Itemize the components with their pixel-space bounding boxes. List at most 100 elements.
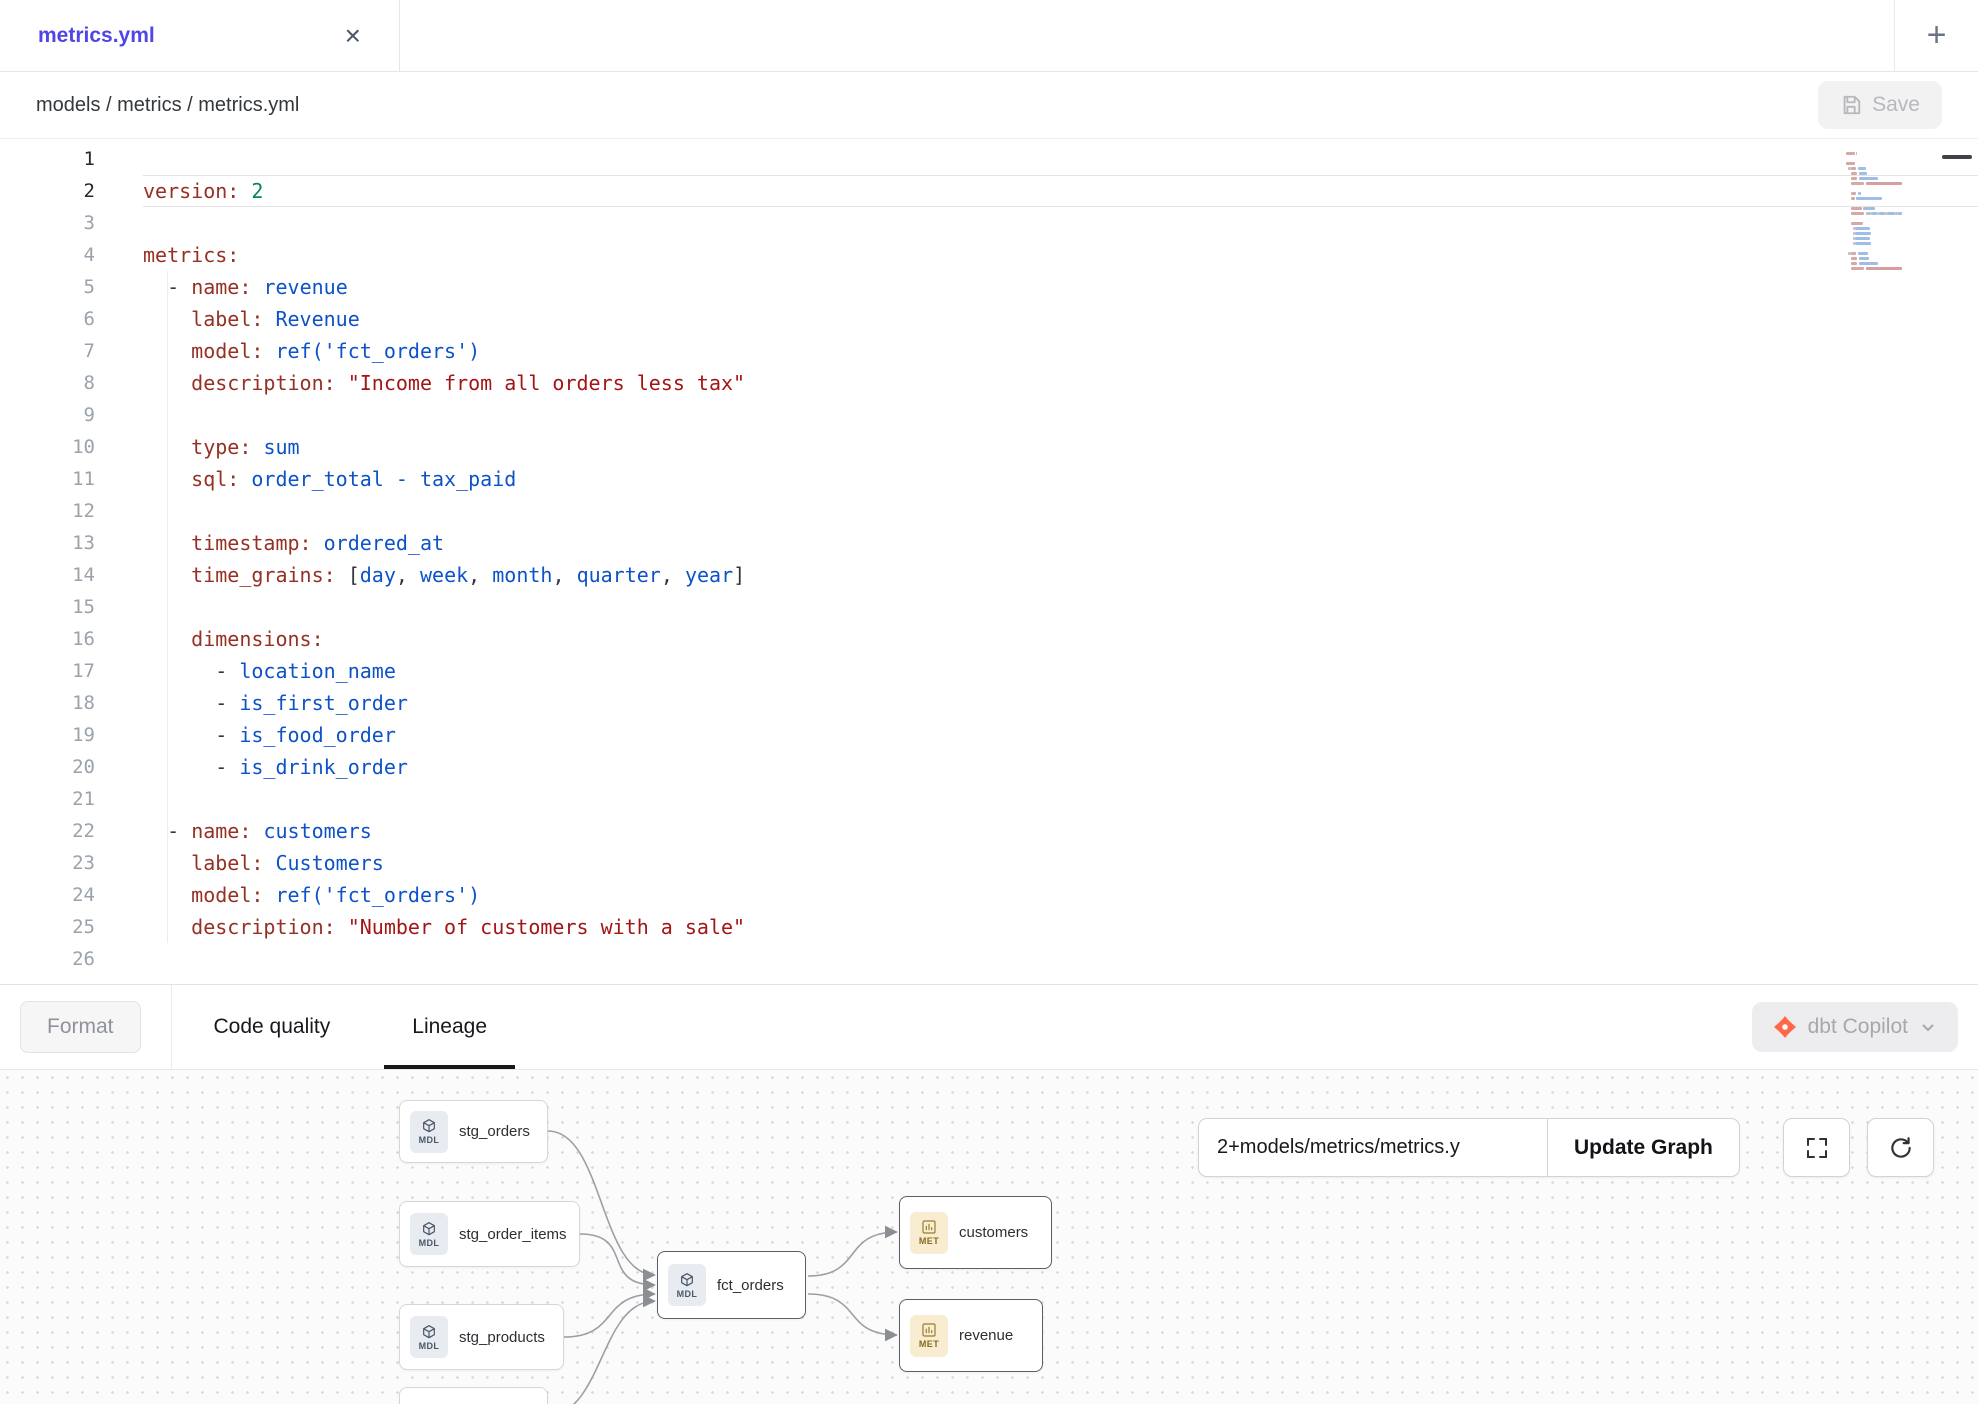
- panel-tabs: Code quality Lineage: [202, 985, 558, 1069]
- node-type-tile: MET: [910, 1315, 948, 1357]
- line-content: [143, 495, 1978, 527]
- code-line[interactable]: 1: [0, 143, 1978, 175]
- save-button[interactable]: Save: [1818, 81, 1942, 129]
- code-line[interactable]: 3: [0, 207, 1978, 239]
- code-line[interactable]: 12: [0, 495, 1978, 527]
- line-number: 19: [0, 719, 95, 751]
- lineage-node-fct_orders[interactable]: MDLfct_orders: [657, 1251, 806, 1319]
- line-number: 15: [0, 591, 95, 623]
- copilot-label: dbt Copilot: [1808, 1015, 1908, 1039]
- lineage-edge: [808, 1232, 897, 1276]
- line-number: 1: [0, 143, 95, 175]
- line-content: model: ref('fct_orders'): [143, 879, 1978, 911]
- node-type-tile: MET: [910, 1212, 948, 1254]
- editor-scrollbar-thumb[interactable]: [1942, 155, 1972, 159]
- close-icon[interactable]: ×: [345, 22, 361, 50]
- metric-chart-icon: [921, 1322, 937, 1338]
- code-line[interactable]: 17 - location_name: [0, 655, 1978, 687]
- refresh-button[interactable]: [1867, 1118, 1934, 1177]
- node-label: stg_order_items: [459, 1226, 567, 1243]
- minimap-line: [1851, 172, 1858, 175]
- code-line[interactable]: 2version: 2: [0, 175, 1978, 207]
- line-number: 16: [0, 623, 95, 655]
- line-content: dimensions:: [143, 623, 1978, 655]
- code-line[interactable]: 10 type: sum: [0, 431, 1978, 463]
- tab-metrics-yml[interactable]: metrics.yml ×: [0, 0, 400, 71]
- line-content: label: Revenue: [143, 303, 1978, 335]
- line-content: label: Customers: [143, 847, 1978, 879]
- code-line[interactable]: 18 - is_first_order: [0, 687, 1978, 719]
- minimap-line: [1851, 252, 1857, 255]
- code-line[interactable]: 24 model: ref('fct_orders'): [0, 879, 1978, 911]
- tab-lineage[interactable]: Lineage: [400, 985, 499, 1069]
- indent-guide: [167, 271, 168, 943]
- minimap-line: [1898, 212, 1902, 215]
- minimap-line: [1851, 192, 1857, 195]
- new-tab-button[interactable]: +: [1894, 0, 1978, 71]
- node-type-label: MDL: [419, 1238, 440, 1248]
- plus-icon: +: [1927, 16, 1947, 55]
- line-content: description: "Number of customers with a…: [143, 911, 1978, 943]
- code-line[interactable]: 11 sql: order_total - tax_paid: [0, 463, 1978, 495]
- lineage-node-revenue[interactable]: METrevenue: [899, 1299, 1043, 1372]
- toolbar-divider: [171, 985, 172, 1069]
- minimap-line: [1855, 242, 1871, 245]
- minimap-line: [1856, 197, 1881, 200]
- line-number: 9: [0, 399, 95, 431]
- node-label: customers: [959, 1224, 1028, 1241]
- code-line[interactable]: 20 - is_drink_order: [0, 751, 1978, 783]
- breadcrumb-bar: models / metrics / metrics.yml Save: [0, 72, 1978, 139]
- lineage-node-stg_products[interactable]: MDL stg_products: [399, 1304, 564, 1370]
- code-line[interactable]: 25 description: "Number of customers wit…: [0, 911, 1978, 943]
- lineage-node-customers[interactable]: MET customers: [899, 1196, 1052, 1269]
- node-label: stg_orders: [459, 1123, 530, 1140]
- minimap-line: [1858, 192, 1861, 195]
- minimap-line: [1855, 232, 1871, 235]
- minimap-line: [1851, 197, 1856, 200]
- code-line[interactable]: 4metrics:: [0, 239, 1978, 271]
- line-content: version: 2: [143, 175, 1978, 207]
- metric-chart-icon: [921, 1219, 937, 1235]
- refresh-icon: [1888, 1135, 1914, 1161]
- code-line[interactable]: 22 - name: customers: [0, 815, 1978, 847]
- breadcrumb: models / metrics / metrics.yml: [36, 94, 299, 117]
- lineage-selector-group: 2+models/metrics/metrics.y Update Graph: [1198, 1118, 1740, 1177]
- code-line[interactable]: 23 label: Customers: [0, 847, 1978, 879]
- minimap[interactable]: [1844, 147, 1906, 297]
- dbt-copilot-button[interactable]: dbt Copilot: [1752, 1002, 1958, 1052]
- line-number: 22: [0, 815, 95, 847]
- code-line[interactable]: 5 - name: revenue: [0, 271, 1978, 303]
- format-button[interactable]: Format: [20, 1001, 141, 1053]
- line-number: 23: [0, 847, 95, 879]
- minimap-line: [1859, 177, 1879, 180]
- code-line[interactable]: 14 time_grains: [day, week, month, quart…: [0, 559, 1978, 591]
- lineage-selector-input[interactable]: 2+models/metrics/metrics.y: [1198, 1118, 1547, 1177]
- update-graph-button[interactable]: Update Graph: [1547, 1118, 1740, 1177]
- node-label: stg_products: [459, 1329, 545, 1346]
- line-number: 18: [0, 687, 95, 719]
- line-content: sql: order_total - tax_paid: [143, 463, 1978, 495]
- code-editor[interactable]: 12version: 234metrics:5 - name: revenue6…: [0, 139, 1978, 985]
- code-line[interactable]: 19 - is_food_order: [0, 719, 1978, 751]
- code-line[interactable]: 16 dimensions:: [0, 623, 1978, 655]
- line-content: model: ref('fct_orders'): [143, 335, 1978, 367]
- code-line[interactable]: 7 model: ref('fct_orders'): [0, 335, 1978, 367]
- code-line[interactable]: 8 description: "Income from all orders l…: [0, 367, 1978, 399]
- editor-lines: 12version: 234metrics:5 - name: revenue6…: [0, 143, 1978, 975]
- node-type-label: MDL: [419, 1341, 440, 1351]
- code-line[interactable]: 15: [0, 591, 1978, 623]
- lineage-node-stg_order_items[interactable]: MDL stg_order_items: [399, 1201, 580, 1267]
- tab-bar: metrics.yml × +: [0, 0, 1978, 72]
- lineage-node-stg_orders[interactable]: MDLstg_orders: [399, 1100, 548, 1163]
- minimap-line: [1851, 207, 1863, 210]
- lineage-edge: [548, 1301, 655, 1404]
- code-line[interactable]: 21: [0, 783, 1978, 815]
- code-line[interactable]: 26: [0, 943, 1978, 975]
- lineage-node-partial[interactable]: [399, 1387, 548, 1404]
- code-line[interactable]: 13 timestamp: ordered_at: [0, 527, 1978, 559]
- code-line[interactable]: 9: [0, 399, 1978, 431]
- code-line[interactable]: 6 label: Revenue: [0, 303, 1978, 335]
- tab-code-quality[interactable]: Code quality: [202, 985, 343, 1069]
- lineage-canvas[interactable]: MDLstg_orders MDL stg_order_items MDL stg_pr…: [0, 1070, 1978, 1404]
- fullscreen-button[interactable]: [1783, 1118, 1850, 1177]
